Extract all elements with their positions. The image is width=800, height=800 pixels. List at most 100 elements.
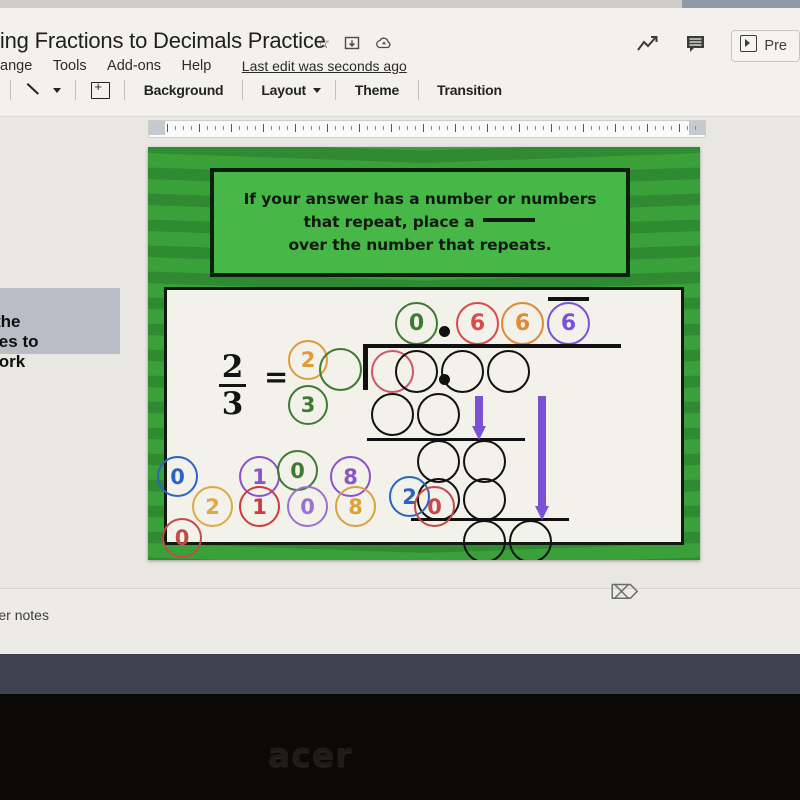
transition-button[interactable]: Transition — [433, 82, 506, 98]
ruler-tick — [575, 126, 576, 130]
star-icon[interactable]: ☆ — [313, 33, 333, 53]
work-circle-r2-c2[interactable] — [463, 440, 506, 483]
work-circle-r2-c1[interactable] — [417, 440, 460, 483]
present-button[interactable]: Pre — [731, 30, 800, 62]
dividend-digit-1[interactable] — [395, 350, 438, 393]
ruler-tick — [567, 126, 568, 130]
layout-chevron-down-icon[interactable] — [313, 87, 322, 93]
ruler-tick — [191, 126, 192, 130]
work-circle-r1-c2[interactable] — [417, 393, 460, 436]
ruler-tick — [679, 124, 680, 132]
number-token-row2-3[interactable]: 8 — [335, 486, 376, 527]
ruler-tick — [311, 126, 312, 130]
ruler-tick — [543, 126, 544, 130]
dividend-digit-2[interactable] — [441, 350, 484, 393]
quotient-circle-0[interactable]: 0 — [395, 302, 438, 345]
ruler-tick — [559, 126, 560, 130]
ruler-tick — [279, 126, 280, 130]
background-button[interactable]: Background — [140, 82, 228, 98]
ruler-tick — [551, 124, 552, 132]
activity-chart-icon[interactable] — [635, 33, 661, 59]
ruler-tick — [351, 126, 352, 130]
number-token-row1-0[interactable]: 0 — [157, 456, 198, 497]
menu-item-tools[interactable]: Tools — [53, 58, 87, 74]
slide[interactable]: If your answer has a number or numbers t… — [148, 147, 700, 560]
menu-item-arrange[interactable]: ange — [0, 58, 32, 74]
work-circle-r1-c1[interactable] — [371, 393, 414, 436]
arrow-shaft — [538, 396, 546, 507]
ruler-tick — [295, 124, 296, 132]
ruler-tick — [359, 124, 360, 132]
banner-line-2-text: that repeat, place a — [303, 212, 475, 231]
line-tool-icon[interactable] — [25, 80, 45, 100]
ruler-tick — [271, 126, 272, 130]
instruction-banner[interactable]: If your answer has a number or numbers t… — [210, 168, 630, 277]
layout-button[interactable]: Layout — [257, 82, 310, 98]
menu-item-help[interactable]: Help — [182, 58, 212, 74]
ruler-left-margin-handle[interactable] — [149, 121, 165, 135]
ruler-tick — [303, 126, 304, 130]
theme-button[interactable]: Theme — [351, 82, 403, 98]
browser-chrome-strip-right — [682, 0, 800, 8]
quotient-circle-2[interactable]: 6 — [501, 302, 544, 345]
ruler-tick — [471, 126, 472, 130]
banner-line-1: If your answer has a number or numbers — [243, 189, 597, 208]
ruler-tick — [223, 126, 224, 130]
divisor-circle[interactable] — [319, 348, 362, 391]
quotient-circle-3[interactable]: 6 — [547, 302, 590, 345]
cloud-status-icon[interactable] — [374, 33, 394, 53]
bring-down-arrow-2[interactable] — [535, 396, 549, 520]
number-token-row2-1[interactable]: 1 — [239, 486, 280, 527]
work-circle-r4-c1[interactable] — [463, 520, 506, 560]
ruler-tick — [447, 126, 448, 130]
ruler-tick — [695, 126, 696, 130]
ruler-tick — [335, 126, 336, 130]
ruler-tick — [287, 126, 288, 130]
bring-down-arrow-1[interactable] — [472, 396, 486, 440]
chromeos-shelf[interactable] — [0, 654, 800, 694]
speaker-notes-area[interactable]: peaker notes — [0, 588, 800, 655]
work-circle-r3-c2[interactable] — [463, 478, 506, 521]
number-token-row2-4[interactable]: 0 — [414, 486, 455, 527]
toolbar-divider — [241, 80, 243, 100]
ruler-tick — [495, 126, 496, 130]
ruler-right-margin-handle[interactable] — [689, 121, 705, 135]
ruler-tick — [503, 126, 504, 130]
menu-item-addons[interactable]: Add-ons — [107, 58, 161, 74]
ruler-tick — [599, 126, 600, 130]
number-token-row2-2[interactable]: 0 — [287, 486, 328, 527]
last-edit-status[interactable]: Last edit was seconds ago — [242, 58, 407, 74]
document-title[interactable]: ting Fractions to Decimals Practice — [0, 28, 326, 54]
fraction-circle-denominator[interactable]: 3 — [288, 385, 328, 425]
toolbar-divider — [417, 80, 419, 100]
menu-bar: ange Tools Add-ons Help Last edit was se… — [0, 58, 407, 80]
move-to-folder-icon[interactable] — [342, 33, 362, 53]
work-area[interactable]: 2 3 = 23066601082210800 — [157, 287, 684, 560]
dividend-digit-3[interactable] — [487, 350, 530, 393]
fraction-denominator: 3 — [221, 386, 244, 422]
comment-icon[interactable] — [683, 33, 709, 59]
ruler-tick — [239, 126, 240, 130]
number-token-stray[interactable]: 0 — [162, 518, 202, 558]
work-circle-r4-c2[interactable] — [509, 520, 552, 560]
number-token-row2-0[interactable]: 2 — [192, 486, 233, 527]
ruler-tick — [647, 124, 648, 132]
ruler-tick — [247, 126, 248, 130]
ruler-tick — [399, 126, 400, 130]
number-token-row1-2[interactable]: 0 — [277, 450, 318, 491]
repeating-bar-icon — [482, 218, 535, 223]
ruler-tick — [367, 126, 368, 130]
line-tool-chevron-down-icon[interactable] — [52, 87, 61, 93]
slides-toolbar: Background Layout Theme Transition — [0, 79, 800, 117]
instruction-callout[interactable]: ag the ers to the ct circles to your wor… — [0, 288, 120, 371]
horizontal-ruler[interactable] — [148, 120, 706, 138]
present-play-icon — [740, 35, 758, 52]
chevron-stripe — [148, 147, 700, 163]
repeating-overbar — [548, 297, 589, 301]
quotient-circle-1[interactable]: 6 — [456, 302, 499, 345]
ruler-tick — [183, 126, 184, 130]
add-textbox-icon[interactable] — [90, 79, 110, 99]
decimal-point-quotient — [439, 326, 450, 337]
ruler-tick — [423, 124, 424, 132]
callout-line-1: ag the — [0, 292, 114, 312]
